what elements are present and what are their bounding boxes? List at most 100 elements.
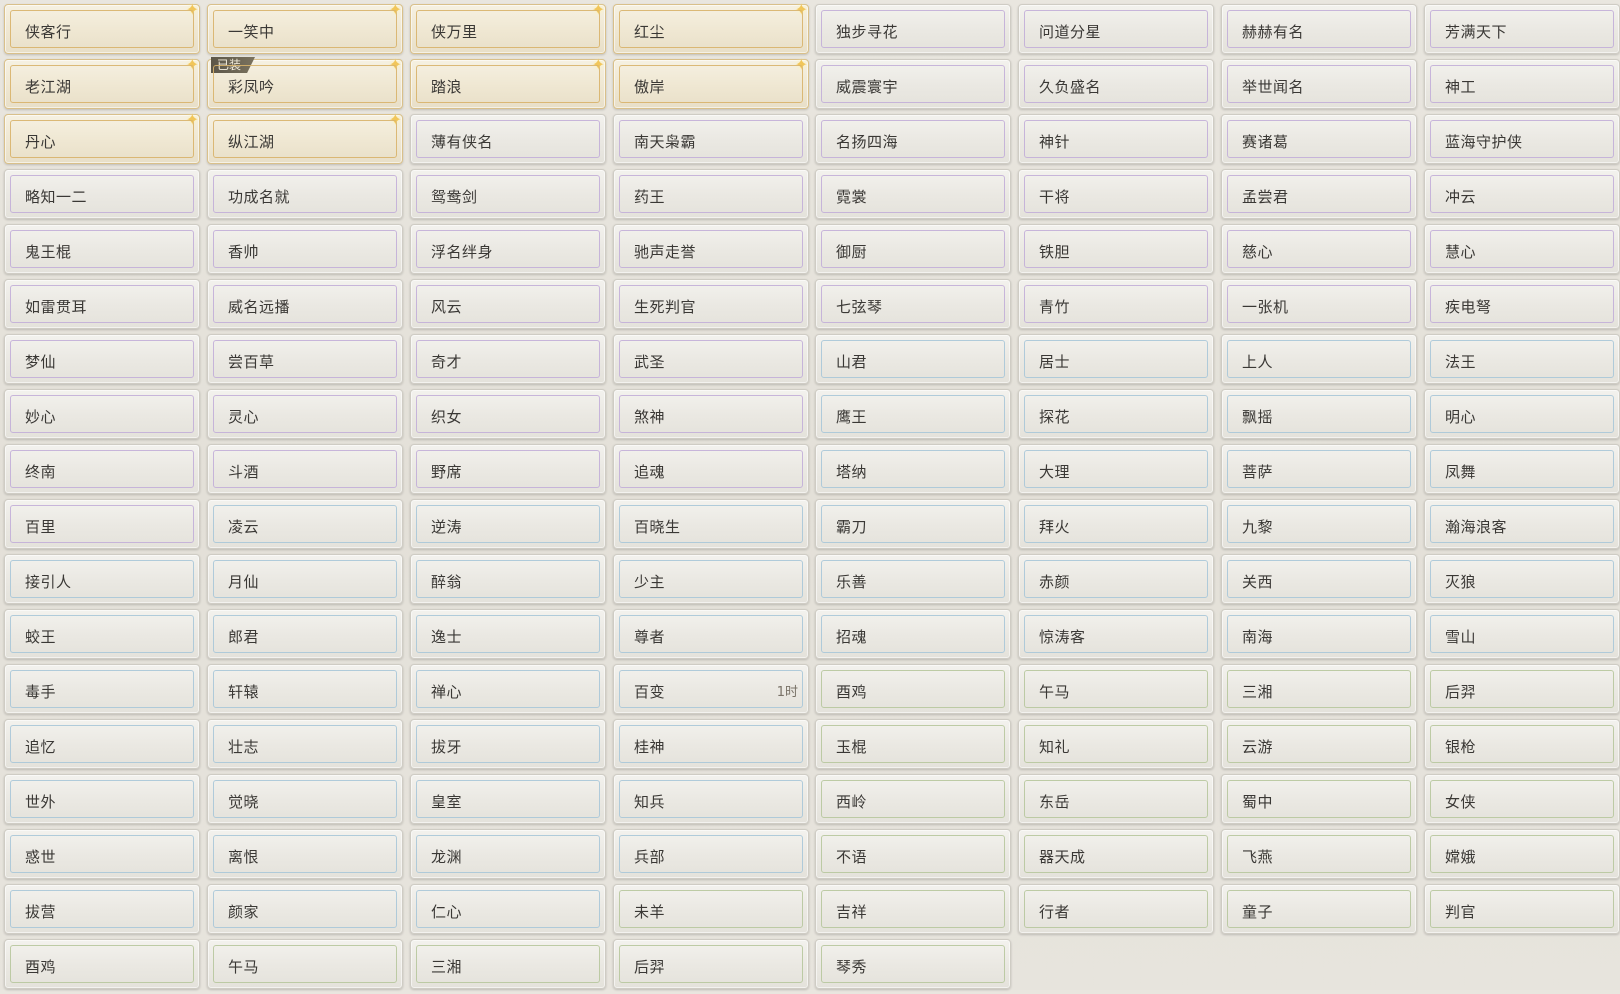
title-tile[interactable]: 铁胆	[1018, 224, 1214, 274]
title-tile[interactable]: 侠万里 ✦	[410, 2, 606, 54]
title-tile[interactable]: 南海	[1221, 609, 1417, 659]
title-tile[interactable]: 接引人	[4, 554, 200, 604]
title-tile[interactable]: 功成名就	[207, 169, 403, 219]
title-tile[interactable]: 皇室	[410, 774, 606, 824]
title-tile[interactable]: 野席	[410, 444, 606, 494]
title-tile[interactable]: 明心	[1424, 389, 1620, 439]
title-tile[interactable]: 纵江湖 ✦	[207, 112, 403, 164]
title-tile[interactable]: 知礼	[1018, 719, 1214, 769]
title-tile[interactable]: 月仙	[207, 554, 403, 604]
title-tile[interactable]: 少主	[613, 554, 809, 604]
title-tile[interactable]: 九黎	[1221, 499, 1417, 549]
title-tile[interactable]: 武圣	[613, 334, 809, 384]
title-tile[interactable]: 颜家	[207, 884, 403, 934]
title-tile[interactable]: 百变 1时	[613, 664, 809, 714]
title-tile[interactable]: 轩辕	[207, 664, 403, 714]
title-tile[interactable]: 觉晓	[207, 774, 403, 824]
title-tile[interactable]: 灭狼	[1424, 554, 1620, 604]
title-tile[interactable]: 傲岸 ✦	[613, 57, 809, 109]
title-tile[interactable]: 老江湖 ✦	[4, 57, 200, 109]
title-tile[interactable]: 瀚海浪客	[1424, 499, 1620, 549]
title-tile[interactable]: 琴秀	[815, 939, 1011, 989]
title-tile[interactable]: 离恨	[207, 829, 403, 879]
title-tile[interactable]: 蜀中	[1221, 774, 1417, 824]
title-tile[interactable]: 拜火	[1018, 499, 1214, 549]
title-tile[interactable]: 云游	[1221, 719, 1417, 769]
title-tile[interactable]: 西岭	[815, 774, 1011, 824]
title-tile[interactable]: 禅心	[410, 664, 606, 714]
title-tile[interactable]: 香帅	[207, 224, 403, 274]
title-tile[interactable]: 一张机	[1221, 279, 1417, 329]
title-tile[interactable]: 童子	[1221, 884, 1417, 934]
title-tile[interactable]: 逸士	[410, 609, 606, 659]
title-tile[interactable]: 未羊	[613, 884, 809, 934]
title-tile[interactable]: 大理	[1018, 444, 1214, 494]
title-tile[interactable]: 拔牙	[410, 719, 606, 769]
title-tile[interactable]: 赫赫有名	[1221, 4, 1417, 54]
title-tile[interactable]: 慈心	[1221, 224, 1417, 274]
title-tile[interactable]: 凤舞	[1424, 444, 1620, 494]
title-tile[interactable]: 女侠	[1424, 774, 1620, 824]
title-tile[interactable]: 彩凤吟 ✦ 已装	[207, 57, 403, 109]
title-tile[interactable]: 不语	[815, 829, 1011, 879]
title-tile[interactable]: 霓裳	[815, 169, 1011, 219]
title-tile[interactable]: 器天成	[1018, 829, 1214, 879]
title-tile[interactable]: 芳满天下	[1424, 4, 1620, 54]
title-tile[interactable]: 蛟王	[4, 609, 200, 659]
title-tile[interactable]: 尊者	[613, 609, 809, 659]
title-tile[interactable]: 吉祥	[815, 884, 1011, 934]
title-tile[interactable]: 仁心	[410, 884, 606, 934]
title-tile[interactable]: 惑世	[4, 829, 200, 879]
title-tile[interactable]: 飘摇	[1221, 389, 1417, 439]
title-tile[interactable]: 药王	[613, 169, 809, 219]
title-tile[interactable]: 居士	[1018, 334, 1214, 384]
title-tile[interactable]: 塔纳	[815, 444, 1011, 494]
title-tile[interactable]: 后羿	[613, 939, 809, 989]
title-tile[interactable]: 东岳	[1018, 774, 1214, 824]
title-tile[interactable]: 后羿	[1424, 664, 1620, 714]
title-tile[interactable]: 鹰王	[815, 389, 1011, 439]
title-tile[interactable]: 举世闻名	[1221, 59, 1417, 109]
title-tile[interactable]: 逆涛	[410, 499, 606, 549]
title-tile[interactable]: 煞神	[613, 389, 809, 439]
title-tile[interactable]: 灵心	[207, 389, 403, 439]
title-tile[interactable]: 醉翁	[410, 554, 606, 604]
title-tile[interactable]: 鸳鸯剑	[410, 169, 606, 219]
title-tile[interactable]: 久负盛名	[1018, 59, 1214, 109]
title-tile[interactable]: 南天枭霸	[613, 114, 809, 164]
title-tile[interactable]: 山君	[815, 334, 1011, 384]
title-tile[interactable]: 菩萨	[1221, 444, 1417, 494]
title-tile[interactable]: 世外	[4, 774, 200, 824]
title-tile[interactable]: 侠客行 ✦	[4, 2, 200, 54]
title-tile[interactable]: 梦仙	[4, 334, 200, 384]
title-tile[interactable]: 丹心 ✦	[4, 112, 200, 164]
title-tile[interactable]: 织女	[410, 389, 606, 439]
title-tile[interactable]: 独步寻花	[815, 4, 1011, 54]
title-tile[interactable]: 一笑中 ✦	[207, 2, 403, 54]
title-tile[interactable]: 如雷贯耳	[4, 279, 200, 329]
title-tile[interactable]: 桂神	[613, 719, 809, 769]
title-tile[interactable]: 赤颜	[1018, 554, 1214, 604]
title-tile[interactable]: 行者	[1018, 884, 1214, 934]
title-tile[interactable]: 名扬四海	[815, 114, 1011, 164]
title-tile[interactable]: 青竹	[1018, 279, 1214, 329]
title-tile[interactable]: 疾电弩	[1424, 279, 1620, 329]
title-tile[interactable]: 午马	[1018, 664, 1214, 714]
title-tile[interactable]: 百里	[4, 499, 200, 549]
title-tile[interactable]: 妙心	[4, 389, 200, 439]
title-tile[interactable]: 关西	[1221, 554, 1417, 604]
title-tile[interactable]: 薄有侠名	[410, 114, 606, 164]
title-tile[interactable]: 踏浪 ✦	[410, 57, 606, 109]
title-tile[interactable]: 追魂	[613, 444, 809, 494]
title-tile[interactable]: 冲云	[1424, 169, 1620, 219]
title-tile[interactable]: 判官	[1424, 884, 1620, 934]
title-tile[interactable]: 神针	[1018, 114, 1214, 164]
title-tile[interactable]: 壮志	[207, 719, 403, 769]
title-tile[interactable]: 午马	[207, 939, 403, 989]
title-tile[interactable]: 三湘	[1221, 664, 1417, 714]
title-tile[interactable]: 法王	[1424, 334, 1620, 384]
title-tile[interactable]: 驰声走誉	[613, 224, 809, 274]
title-tile[interactable]: 奇才	[410, 334, 606, 384]
title-tile[interactable]: 酉鸡	[4, 939, 200, 989]
title-tile[interactable]: 拔营	[4, 884, 200, 934]
